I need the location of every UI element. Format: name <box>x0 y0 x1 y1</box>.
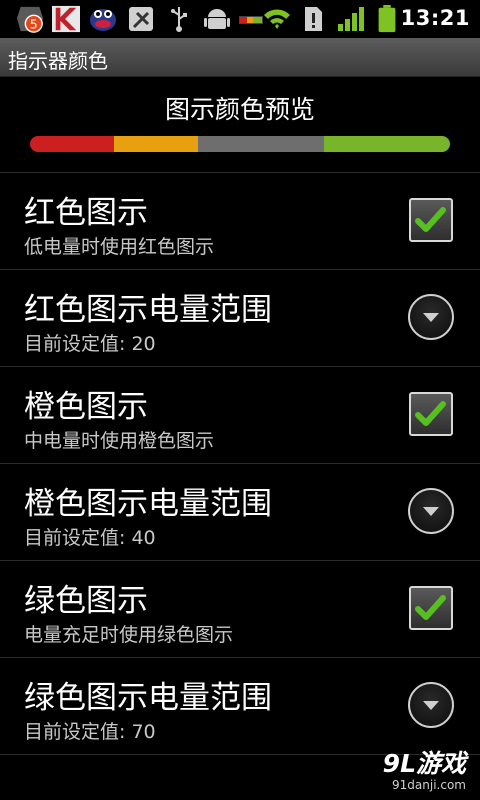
setting-title: 绿色图示 <box>24 583 148 619</box>
setting-title: 橙色图示 <box>24 389 148 425</box>
page-title: 指示器颜色 <box>8 49 108 73</box>
android-debug-icon[interactable] <box>204 5 230 33</box>
chevron-down-icon <box>423 507 439 516</box>
preview-segment-gray <box>198 136 324 152</box>
settings-list: 红色图示 低电量时使用红色图示 红色图示电量范围 目前设定值: 20 橙色图示 … <box>0 172 480 755</box>
usb-icon[interactable] <box>168 5 190 33</box>
setting-summary: 目前设定值: 40 <box>24 527 156 549</box>
satellite-icon[interactable] <box>128 5 154 33</box>
green-range-dropdown[interactable] <box>408 682 454 728</box>
setting-title: 绿色图示电量范围 <box>24 680 272 716</box>
sd-warning-icon <box>305 7 322 31</box>
setting-orange-range[interactable]: 橙色图示电量范围 目前设定值: 40 <box>0 463 480 560</box>
watermark-logo: 9L游戏 <box>382 749 466 778</box>
setting-title: 红色图示 <box>24 195 148 231</box>
setting-summary: 目前设定值: 70 <box>24 721 156 743</box>
setting-green-indicator[interactable]: 绿色图示 电量充足时使用绿色图示 <box>0 560 480 657</box>
watermark-url: 91danji.com <box>392 778 466 792</box>
setting-orange-indicator[interactable]: 橙色图示 中电量时使用橙色图示 <box>0 366 480 463</box>
kaspersky-icon[interactable] <box>50 5 82 33</box>
watermark: 9L游戏 91danji.com <box>383 744 466 792</box>
preview-segment-green <box>324 136 450 152</box>
setting-summary: 中电量时使用橙色图示 <box>24 430 215 452</box>
preview-title: 图示颜色预览 <box>164 95 315 124</box>
setting-summary: 低电量时使用红色图示 <box>24 236 215 258</box>
preview-segment-orange <box>114 136 198 152</box>
chevron-down-icon <box>423 313 439 322</box>
status-bar: 5 13:21 <box>0 0 480 38</box>
setting-title: 橙色图示电量范围 <box>24 486 272 522</box>
setting-summary: 目前设定值: 20 <box>24 333 156 355</box>
check-icon <box>415 595 446 620</box>
status-time: 13:21 <box>400 6 470 30</box>
setting-title: 红色图示电量范围 <box>24 292 272 328</box>
check-icon <box>415 207 446 232</box>
battery-icon <box>378 5 396 33</box>
notification-count: 5 <box>30 17 38 31</box>
setting-summary: 电量充足时使用绿色图示 <box>24 624 234 646</box>
green-indicator-checkbox[interactable] <box>409 586 453 630</box>
battery-bar-icon[interactable] <box>238 5 264 33</box>
mascot-icon[interactable] <box>88 5 118 33</box>
setting-green-range[interactable]: 绿色图示电量范围 目前设定值: 70 <box>0 657 480 755</box>
title-bar: 指示器颜色 <box>0 38 480 77</box>
red-range-dropdown[interactable] <box>408 294 454 340</box>
setting-red-indicator[interactable]: 红色图示 低电量时使用红色图示 <box>0 172 480 269</box>
orange-indicator-checkbox[interactable] <box>409 392 453 436</box>
notification-badge-icon[interactable]: 5 <box>14 5 46 33</box>
wifi-icon <box>264 9 290 29</box>
setting-red-range[interactable]: 红色图示电量范围 目前设定值: 20 <box>0 269 480 366</box>
orange-range-dropdown[interactable] <box>408 488 454 534</box>
red-indicator-checkbox[interactable] <box>409 198 453 242</box>
chevron-down-icon <box>423 701 439 710</box>
signal-icon <box>338 7 364 31</box>
color-preview-bar <box>30 136 450 152</box>
check-icon <box>415 401 446 426</box>
preview-segment-red <box>30 136 114 152</box>
